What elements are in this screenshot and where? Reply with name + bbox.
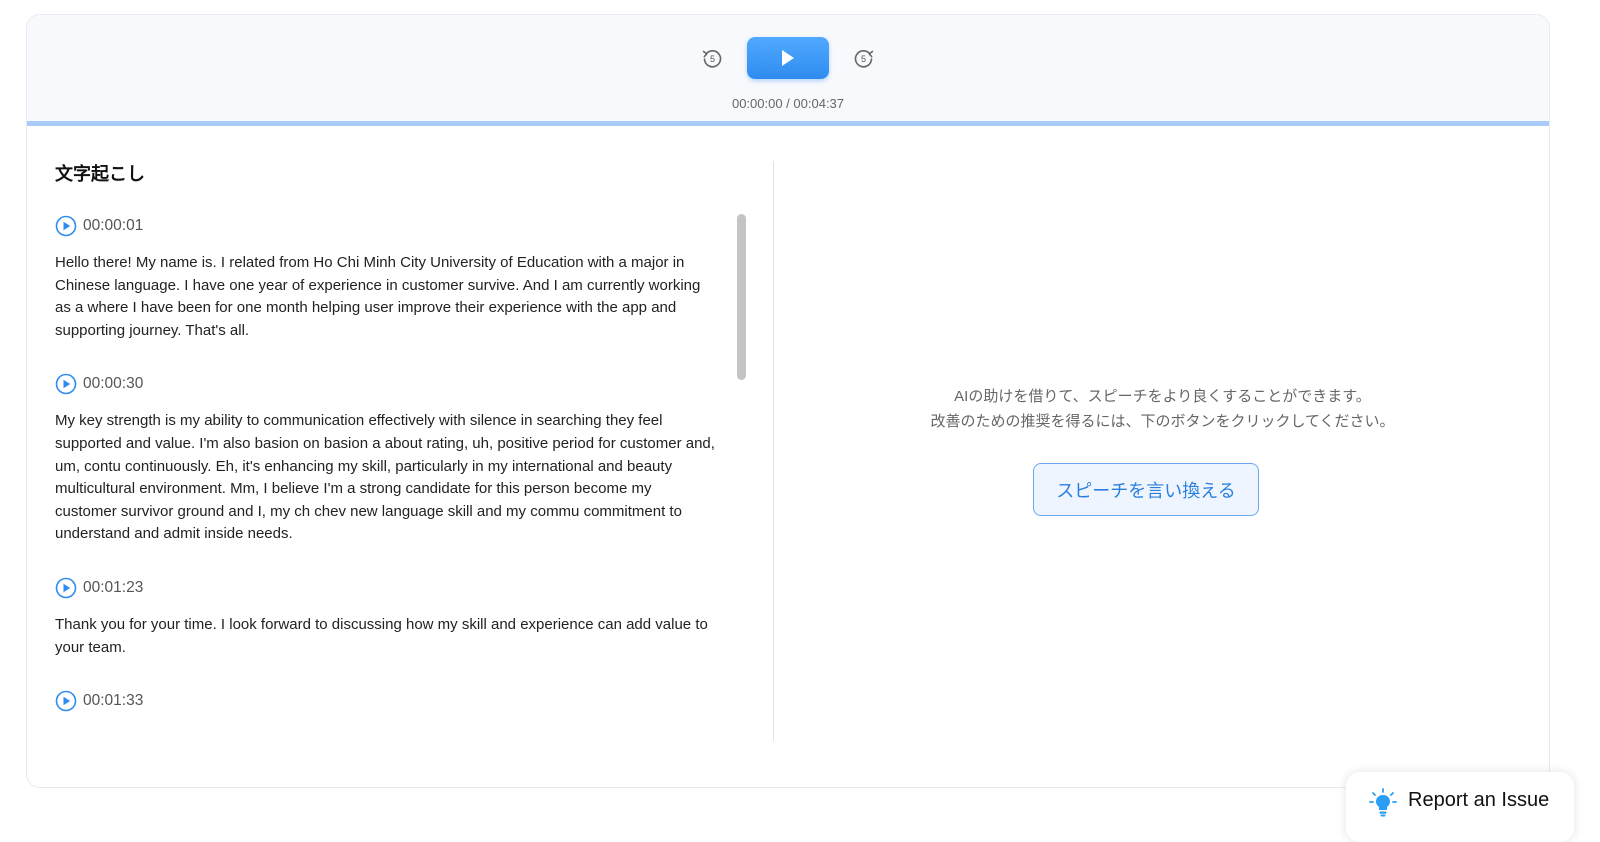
ai-description-line1: AIの助けを借りて、スピーチをより良くすることができます。 [954,388,1371,405]
transcript-text: My key strength is my ability to communi… [55,412,715,543]
forward-5-button[interactable]: 5 [849,43,879,73]
player-controls: 5 5 [27,37,1549,79]
timestamp-play-button[interactable]: 00:01:33 [55,687,715,715]
transcript-scrollbar[interactable] [737,214,746,380]
ai-suggestion-panel: AIの助けを借りて、スピーチをより良くすることができます。 改善のための推奨を得… [774,126,1549,787]
transcript-entry: 00:01:33 [55,687,715,737]
transcript-text: Hello there! My name is. I related from … [55,254,701,339]
rewind-icon: 5 [702,50,722,68]
timestamp-play-button[interactable]: 00:00:01 [55,212,715,240]
transcript-title: 文字起こし [55,164,145,184]
play-circle-icon [55,577,77,599]
play-circle-icon [55,215,77,237]
audio-player: 5 5 00:00:00 / 00:04:37 [27,15,1549,126]
svg-text:5: 5 [710,54,715,64]
svg-text:5: 5 [861,54,866,64]
transcript-list: 00:00:01 Hello there! My name is. I rela… [55,212,715,787]
transcript-entry: 00:01:23 Thank you for your time. I look… [55,574,715,669]
transcript-text [55,727,715,737]
timestamp: 00:00:30 [83,375,144,393]
play-circle-icon [55,690,77,712]
transcript-text: Thank you for your time. I look forward … [55,615,708,656]
rephrase-speech-button[interactable]: スピーチを言い換える [1033,463,1259,516]
report-issue-label: Report an Issue [1408,789,1550,811]
ai-description-line2: 改善のための推奨を得るには、下のボタンをクリックしてください。 [930,413,1395,430]
timestamp: 00:01:33 [83,692,144,710]
time-display: 00:00:00 / 00:04:37 [731,96,845,111]
forward-icon: 5 [854,50,874,68]
play-icon [782,50,794,66]
timestamp: 00:00:01 [83,217,144,234]
transcript-entry: 00:00:30 My key strength is my ability t… [55,370,715,556]
player-card: 5 5 00:00:00 / 00:04:37 文字起こし 00:00:01 H… [26,14,1550,788]
timestamp-play-button[interactable]: 00:01:23 [55,574,715,602]
ai-description: AIの助けを借りて、スピーチをより良くすることができます。 改善のための推奨を得… [774,384,1549,434]
transcript-panel: 文字起こし 00:00:01 Hello there! My name is. … [27,126,773,787]
timestamp-play-button[interactable]: 00:00:30 [55,370,715,398]
report-issue-button[interactable]: Report an Issue [1346,772,1574,842]
rewind-5-button[interactable]: 5 [697,43,727,73]
lightbulb-icon [1369,788,1397,817]
play-button[interactable] [747,37,829,79]
play-circle-icon [55,374,77,395]
transcript-entry: 00:00:01 Hello there! My name is. I rela… [55,212,715,352]
timestamp: 00:01:23 [83,578,144,596]
